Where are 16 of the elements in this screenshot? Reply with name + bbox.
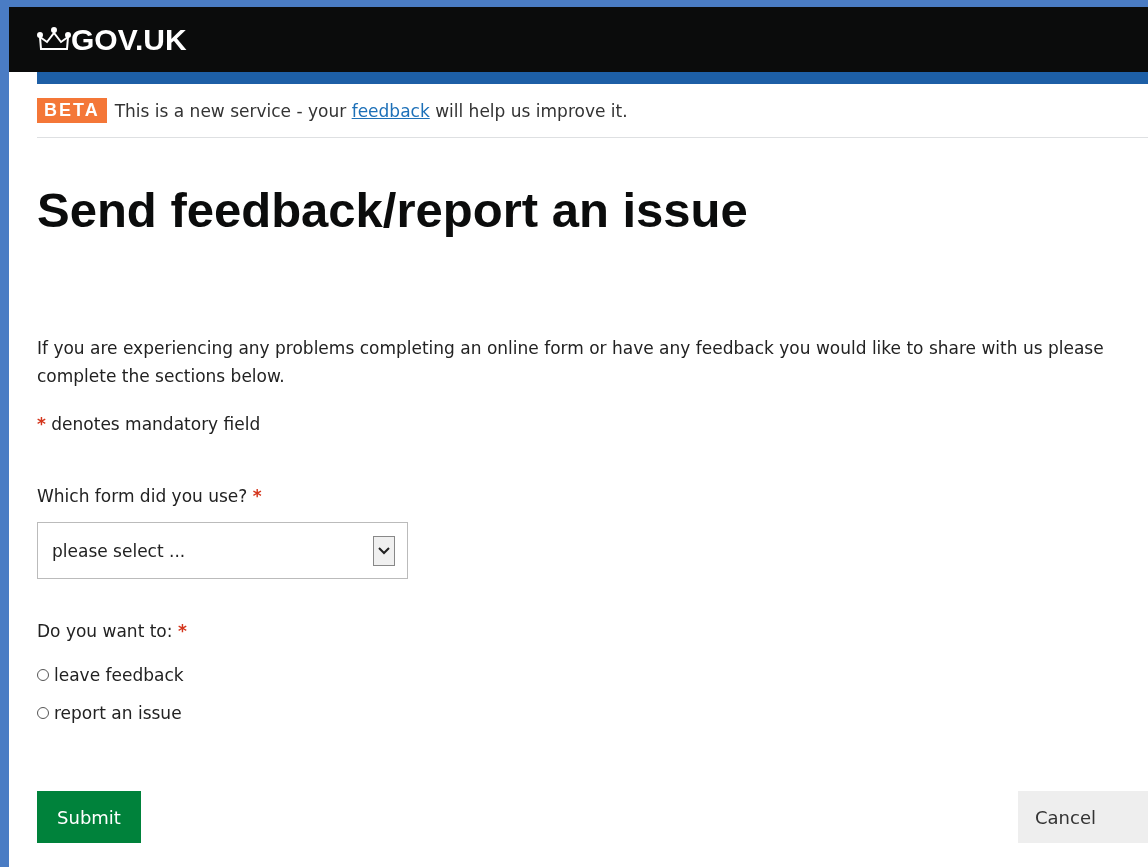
phase-tag: BETA [37,98,107,123]
intro-text: If you are experiencing any problems completing an online form or have any feedback you would like to share with us please complete the sections below. [37,337,1105,388]
phase-text: This is a new service - your feedback will help us improve it. [114,100,628,121]
form-select[interactable]: please select ... [37,522,408,579]
field-label: Which form did you use? * [37,486,263,506]
field-label: Do you want to: * [37,621,188,641]
site-logo[interactable]: GOV.UK [71,22,187,57]
radio-option[interactable]: report an issue [37,703,182,723]
crown-icon [37,26,71,53]
mandatory-note: * denotes mandatory field [37,414,262,434]
radio-option[interactable]: leave feedback [37,665,184,685]
caret-icon [373,535,395,566]
submit-button[interactable]: Submit [37,791,141,843]
feedback-link[interactable]: feedback [351,100,430,121]
cancel-button[interactable]: Cancel [1018,791,1148,843]
page-heading: Send feedback/report an issue [37,182,749,238]
